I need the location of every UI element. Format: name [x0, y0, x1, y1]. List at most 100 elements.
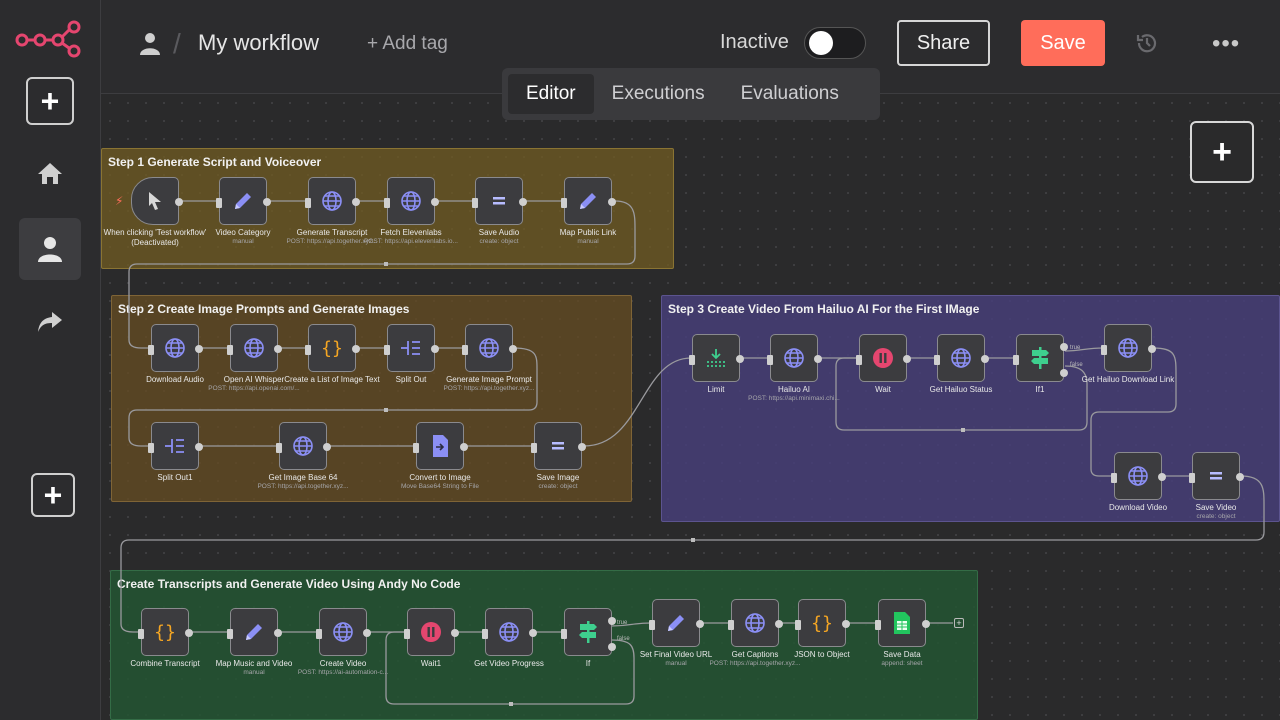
- workflow-node[interactable]: [875, 599, 930, 647]
- workflow-node[interactable]: [1101, 324, 1156, 372]
- save-button[interactable]: Save: [1021, 20, 1105, 66]
- workflow-node[interactable]: [649, 599, 704, 647]
- output-port[interactable]: [431, 198, 439, 206]
- input-port[interactable]: [404, 629, 410, 639]
- input-port[interactable]: [934, 355, 940, 365]
- output-port[interactable]: [775, 620, 783, 628]
- output-port[interactable]: [185, 629, 193, 637]
- output-port[interactable]: [363, 629, 371, 637]
- output-port[interactable]: [1236, 473, 1244, 481]
- workflow-node[interactable]: [689, 334, 744, 382]
- workflow-node[interactable]: [148, 324, 203, 372]
- workflow-node[interactable]: [482, 608, 537, 656]
- history-icon[interactable]: [1135, 31, 1159, 55]
- workflow-node[interactable]: [384, 177, 439, 225]
- workflow-node[interactable]: [472, 177, 527, 225]
- workflow-node[interactable]: [531, 422, 586, 470]
- input-port[interactable]: [561, 198, 567, 208]
- output-port[interactable]: [519, 198, 527, 206]
- output-port[interactable]: [195, 345, 203, 353]
- workflow-node[interactable]: [384, 324, 439, 372]
- workflow-node[interactable]: [316, 608, 371, 656]
- input-port[interactable]: [482, 629, 488, 639]
- input-port[interactable]: [856, 355, 862, 365]
- workflow-node[interactable]: [561, 177, 616, 225]
- input-port[interactable]: [305, 345, 311, 355]
- input-port[interactable]: [561, 629, 567, 639]
- output-port[interactable]: [903, 355, 911, 363]
- output-port[interactable]: [922, 620, 930, 628]
- workflow-node[interactable]: [227, 324, 282, 372]
- input-port[interactable]: [384, 345, 390, 355]
- workflow-node[interactable]: [131, 177, 183, 225]
- workflow-canvas[interactable]: Step 1 Generate Script and Voiceover Ste…: [101, 94, 1280, 720]
- workflow-node[interactable]: [305, 177, 360, 225]
- output-port[interactable]: [274, 345, 282, 353]
- input-port[interactable]: [413, 443, 419, 453]
- input-port[interactable]: [227, 345, 233, 355]
- sidebar-home[interactable]: [19, 142, 81, 204]
- input-port[interactable]: [138, 629, 144, 639]
- input-port[interactable]: [305, 198, 311, 208]
- workflow-node[interactable]: [216, 177, 271, 225]
- output-port[interactable]: [460, 443, 468, 451]
- output-port[interactable]: [352, 345, 360, 353]
- input-port[interactable]: [276, 443, 282, 453]
- canvas-add-node-button[interactable]: +: [1190, 121, 1254, 183]
- output-port[interactable]: [195, 443, 203, 451]
- workflow-node[interactable]: [728, 599, 783, 647]
- input-port[interactable]: [1111, 473, 1117, 483]
- input-port[interactable]: [689, 355, 695, 365]
- workflow-node[interactable]: [413, 422, 468, 470]
- output-port[interactable]: [352, 198, 360, 206]
- input-port[interactable]: [227, 629, 233, 639]
- tab-executions[interactable]: Executions: [594, 74, 723, 114]
- output-port[interactable]: [451, 629, 459, 637]
- output-port[interactable]: [578, 443, 586, 451]
- input-port[interactable]: [531, 443, 537, 453]
- workflow-title[interactable]: My workflow: [198, 30, 319, 56]
- sidebar-bottom-add-button[interactable]: +: [31, 473, 75, 517]
- sidebar-add-button[interactable]: +: [26, 77, 74, 125]
- more-options-button[interactable]: •••: [1212, 30, 1240, 58]
- input-port[interactable]: [472, 198, 478, 208]
- input-port[interactable]: [148, 345, 154, 355]
- output-port[interactable]: [814, 355, 822, 363]
- output-port-false[interactable]: [608, 643, 616, 651]
- output-port[interactable]: [842, 620, 850, 628]
- output-port[interactable]: [696, 620, 704, 628]
- workflow-node[interactable]: {}: [138, 608, 193, 656]
- output-port[interactable]: [263, 198, 271, 206]
- output-port[interactable]: [981, 355, 989, 363]
- output-port-true[interactable]: [608, 617, 616, 625]
- input-port[interactable]: [1013, 355, 1019, 365]
- input-port[interactable]: [767, 355, 773, 365]
- input-port[interactable]: [384, 198, 390, 208]
- add-next-node-button[interactable]: +: [954, 618, 964, 628]
- output-port[interactable]: [323, 443, 331, 451]
- output-port[interactable]: [1158, 473, 1166, 481]
- input-port[interactable]: [216, 198, 222, 208]
- output-port[interactable]: [431, 345, 439, 353]
- tab-evaluations[interactable]: Evaluations: [723, 74, 857, 114]
- input-port[interactable]: [1189, 473, 1195, 483]
- output-port[interactable]: [274, 629, 282, 637]
- output-port[interactable]: [509, 345, 517, 353]
- workflow-node[interactable]: [767, 334, 822, 382]
- n8n-logo-icon[interactable]: [14, 18, 84, 58]
- workflow-node[interactable]: [462, 324, 517, 372]
- output-port-false[interactable]: [1060, 369, 1068, 377]
- workflow-node[interactable]: {}: [795, 599, 850, 647]
- sidebar-shared[interactable]: [19, 291, 81, 353]
- workflow-node[interactable]: [404, 608, 459, 656]
- output-port[interactable]: [608, 198, 616, 206]
- workflow-node[interactable]: [1189, 452, 1244, 500]
- workflow-node[interactable]: [934, 334, 989, 382]
- output-port[interactable]: [175, 198, 183, 206]
- workflow-node[interactable]: {}: [305, 324, 360, 372]
- workflow-node[interactable]: [1013, 334, 1068, 382]
- output-port[interactable]: [736, 355, 744, 363]
- workflow-node[interactable]: [148, 422, 203, 470]
- input-port[interactable]: [875, 620, 881, 630]
- input-port[interactable]: [728, 620, 734, 630]
